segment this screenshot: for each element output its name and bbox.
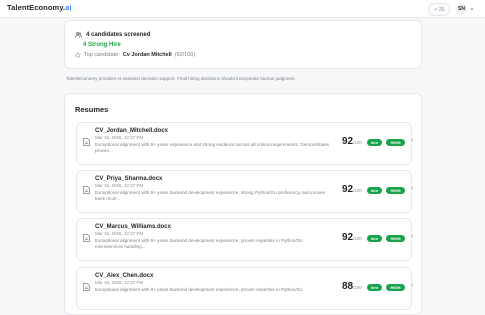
top-candidate-label: Top candidate: [84, 52, 120, 58]
resume-score: 92/100 [342, 232, 362, 243]
resume-score: 92/100 [342, 184, 362, 195]
resume-card[interactable]: CV_Alex_Chen.docx Mar 16, 2026, 12:37 PM… [76, 267, 413, 310]
hire-badge: hire [367, 284, 382, 291]
resume-summary: Exceptional alignment with 8+ years back… [95, 238, 303, 249]
resume-card[interactable]: CV_Priya_Sharma.docx Mar 16, 2026, 12:37… [76, 170, 413, 213]
chevron-right-icon[interactable]: › [411, 185, 413, 192]
confidence-badge: HIGH [386, 139, 405, 146]
resume-summary: Exceptional alignment with 8+ years back… [95, 190, 326, 201]
score-max: /100 [353, 236, 362, 241]
brand-suffix: ai [65, 3, 72, 12]
score-value: 92 [342, 184, 354, 195]
credits-button[interactable]: ✧ 20 [428, 3, 450, 16]
confidence-badge: HIGH [386, 187, 405, 194]
resume-date: Mar 16, 2026, 12:37 PM [95, 280, 144, 285]
resume-score: 88/100 [342, 281, 362, 292]
brand-name: TalentEconomy. [7, 3, 66, 12]
top-candidate-name[interactable]: Cv Jordan Mitchell [123, 52, 172, 58]
hire-badge: hire [367, 139, 382, 146]
score-value: 92 [342, 232, 354, 243]
resume-filename[interactable]: CV_Priya_Sharma.docx [95, 176, 162, 182]
avatar[interactable]: SN [456, 3, 467, 14]
summary-card: 4 candidates screened 4 Strong Hire Top … [64, 20, 422, 69]
score-value: 92 [342, 136, 354, 147]
score-max: /100 [353, 188, 362, 193]
hire-badge: hire [367, 235, 382, 242]
users-icon [75, 32, 82, 38]
chevron-right-icon[interactable]: › [411, 282, 413, 289]
disclaimer-text: TalentEconomy provides AI-assisted decis… [66, 76, 296, 81]
hire-badge: hire [367, 187, 382, 194]
sparkle-icon: ✧ [433, 6, 438, 13]
candidates-count: 4 candidates screened [86, 32, 151, 38]
document-icon [83, 283, 90, 291]
brand-logo[interactable]: TalentEconomy.ai [7, 3, 72, 12]
chevron-down-icon[interactable]: ⌄ [469, 4, 475, 12]
star-icon [75, 52, 81, 58]
chevron-right-icon[interactable]: › [411, 233, 413, 240]
top-bar: TalentEconomy.ai ✧ 20 SN ⌄ [0, 0, 485, 18]
resume-filename[interactable]: CV_Jordan_Mitchell.docx [95, 128, 168, 134]
resume-filename[interactable]: CV_Alex_Chen.docx [95, 273, 153, 279]
strong-hire-count: 4 Strong Hire [83, 42, 121, 48]
resume-card[interactable]: CV_Jordan_Mitchell.docx Mar 16, 2026, 12… [76, 122, 413, 165]
resume-summary: Exceptional alignment with 8+ years back… [95, 287, 303, 292]
top-candidate-row: Top candidate: Cv Jordan Mitchell (92/10… [75, 52, 195, 58]
resumes-panel: Resumes CV_Jordan_Mitchell.docx Mar 16, … [64, 93, 422, 315]
resume-summary: Exceptional alignment with 8+ years expe… [95, 142, 330, 153]
confidence-badge: HIGH [386, 235, 405, 242]
top-candidate-score: (92/100) [174, 52, 196, 58]
chevron-right-icon[interactable]: › [411, 137, 413, 144]
score-max: /100 [353, 285, 362, 290]
score-value: 88 [342, 281, 354, 292]
document-icon [83, 234, 90, 242]
resumes-title: Resumes [75, 105, 109, 114]
resume-filename[interactable]: CV_Marcus_Williams.docx [95, 224, 171, 230]
resume-date: Mar 16, 2026, 12:37 PM [95, 183, 144, 188]
resume-card[interactable]: CV_Marcus_Williams.docx Mar 16, 2026, 12… [76, 218, 413, 261]
credits-count: 20 [438, 6, 445, 13]
candidates-row: 4 candidates screened [75, 32, 150, 38]
resume-date: Mar 16, 2026, 12:37 PM [95, 135, 144, 140]
document-icon [83, 138, 90, 146]
resume-score: 92/100 [342, 136, 362, 147]
document-icon [83, 186, 90, 194]
confidence-badge: HIGH [386, 284, 405, 291]
score-max: /100 [353, 140, 362, 145]
resume-date: Mar 16, 2026, 12:37 PM [95, 231, 144, 236]
